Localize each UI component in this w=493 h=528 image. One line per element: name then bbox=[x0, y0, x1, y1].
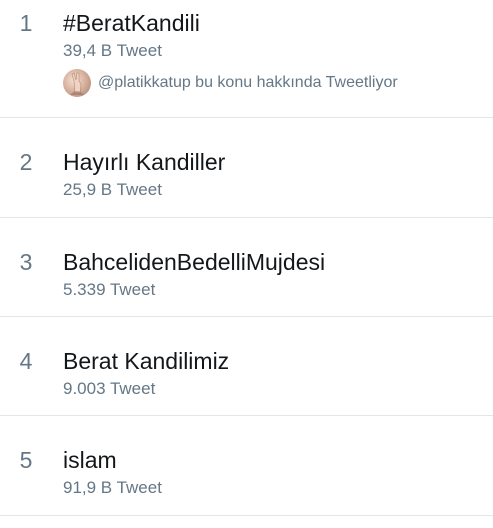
trend-tweet-count: 39,4 B Tweet bbox=[63, 41, 162, 60]
divider bbox=[0, 316, 493, 317]
trend-name: BahcelidenBedelliMujdesi bbox=[63, 249, 326, 275]
trend-name: Berat Kandilimiz bbox=[63, 348, 230, 374]
trend-item-3[interactable]: 3 BahcelidenBedelliMujdesi 5.339 Tweet bbox=[0, 241, 493, 317]
divider bbox=[0, 217, 493, 218]
trend-name: islam bbox=[63, 447, 117, 473]
trend-rank: 5 bbox=[19, 447, 33, 473]
trend-item-1[interactable]: 1 #BeratKandili 39,4 B Tweet @platikkatu… bbox=[0, 2, 493, 116]
trend-tweet-count: 91,9 B Tweet bbox=[63, 478, 162, 497]
trend-tweet-count: 9.003 Tweet bbox=[63, 379, 156, 398]
trend-rank: 4 bbox=[19, 348, 33, 374]
divider bbox=[0, 415, 493, 416]
trends-list: 1 #BeratKandili 39,4 B Tweet @platikkatu… bbox=[0, 0, 493, 528]
trend-tweet-count: 25,9 B Tweet bbox=[63, 180, 162, 199]
trend-name: Hayırlı Kandiller bbox=[63, 149, 226, 175]
trend-tweet-count: 5.339 Tweet bbox=[63, 280, 156, 299]
trend-item-4[interactable]: 4 Berat Kandilimiz 9.003 Tweet bbox=[0, 340, 493, 416]
trend-context[interactable]: @platikkatup bu konu hakkında Tweetliyor bbox=[63, 68, 398, 98]
divider bbox=[0, 515, 493, 516]
trend-rank: 1 bbox=[19, 10, 33, 36]
trend-name: #BeratKandili bbox=[63, 10, 200, 36]
divider bbox=[0, 117, 493, 118]
trend-rank: 3 bbox=[19, 249, 33, 275]
trend-item-5[interactable]: 5 islam 91,9 B Tweet bbox=[0, 439, 493, 515]
trend-item-2[interactable]: 2 Hayırlı Kandiller 25,9 B Tweet bbox=[0, 141, 493, 217]
trend-context-text: @platikkatup bu konu hakkında Tweetliyor bbox=[98, 74, 398, 91]
trend-rank: 2 bbox=[19, 149, 33, 175]
avatar[interactable] bbox=[63, 69, 91, 97]
